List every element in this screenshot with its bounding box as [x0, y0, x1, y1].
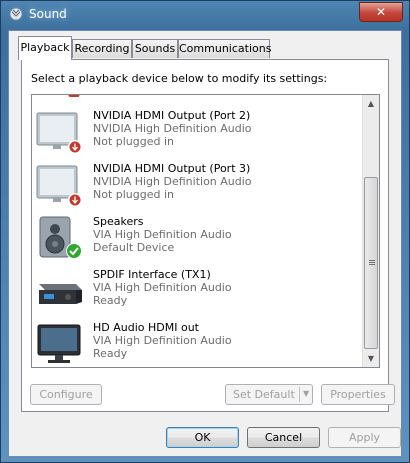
- configure-button[interactable]: Configure: [30, 384, 102, 405]
- device-driver: NVIDIA High Definition Audio: [93, 175, 252, 188]
- tab-playback[interactable]: Playback: [18, 36, 72, 60]
- monitor-icon: [68, 95, 80, 97]
- scroll-up-arrow-icon[interactable]: ▲: [363, 95, 379, 112]
- device-name: Speakers: [93, 215, 144, 228]
- device-driver: VIA High Definition Audio: [93, 281, 232, 294]
- scroll-down-arrow-icon[interactable]: ▼: [363, 350, 379, 367]
- tab-label: Communications: [179, 42, 272, 55]
- monitor-icon: [36, 112, 82, 154]
- set-default-split-button[interactable]: Set Default ▼: [225, 384, 313, 405]
- list-item[interactable]: HD Audio HDMI out VIA High Definition Au…: [32, 317, 362, 367]
- button-label: Cancel: [264, 431, 303, 444]
- device-status: Ready: [93, 347, 128, 360]
- button-label: Properties: [330, 388, 386, 401]
- playback-panel: Select a playback device below to modify…: [21, 59, 395, 412]
- list-item[interactable]: Speakers VIA High Definition Audio Defau…: [32, 211, 362, 264]
- tab-label: Playback: [20, 41, 70, 54]
- button-label: Configure: [39, 388, 93, 401]
- device-status: Default Device: [93, 241, 175, 254]
- close-button[interactable]: ✕: [359, 2, 403, 22]
- device-name: SPDIF Interface (TX1): [93, 268, 211, 281]
- list-item[interactable]: NVIDIA HDMI Output (Port 2) NVIDIA High …: [32, 105, 362, 158]
- device-status: Not plugged in: [93, 188, 175, 201]
- device-status: Ready: [93, 294, 128, 307]
- tab-recording[interactable]: Recording: [72, 39, 132, 58]
- close-icon: ✕: [375, 5, 387, 19]
- chevron-down-icon[interactable]: ▼: [303, 389, 309, 398]
- speaker-icon: [39, 216, 82, 259]
- device-name: NVIDIA HDMI Output (Port 2): [93, 109, 251, 122]
- device-driver: NVIDIA High Definition Audio: [93, 122, 252, 135]
- list-item[interactable]: NVIDIA HDMI Output (Port 3) NVIDIA High …: [32, 158, 362, 211]
- device-driver: VIA High Definition Audio: [93, 228, 232, 241]
- ok-button[interactable]: OK: [166, 427, 239, 448]
- monitor-icon: [36, 165, 82, 207]
- sound-dialog: Sound ✕ Playback Recording Sounds Commun…: [0, 0, 410, 463]
- device-status: Not plugged in: [93, 135, 175, 148]
- split-divider: [299, 387, 300, 402]
- cancel-button[interactable]: Cancel: [247, 427, 320, 448]
- button-label: OK: [194, 431, 211, 444]
- apply-button[interactable]: Apply: [328, 427, 401, 448]
- tab-communications[interactable]: Communications: [178, 39, 272, 58]
- list-scrollbar[interactable]: ▲ ▼: [362, 95, 379, 367]
- device-driver: VIA High Definition Audio: [93, 334, 232, 347]
- list-item[interactable]: [32, 95, 362, 100]
- tab-sounds[interactable]: Sounds: [132, 39, 178, 58]
- list-item[interactable]: SPDIF Interface (TX1) VIA High Definitio…: [32, 264, 362, 317]
- hdmi-monitor-icon: [37, 324, 81, 363]
- tab-label: Sounds: [134, 42, 176, 55]
- spdif-receiver-icon: [39, 284, 82, 304]
- title-bar[interactable]: Sound ✕: [1, 1, 409, 29]
- device-name: NVIDIA HDMI Output (Port 3): [93, 162, 251, 175]
- properties-button[interactable]: Properties: [321, 384, 395, 405]
- instruction-text: Select a playback device below to modify…: [31, 72, 328, 85]
- device-name: HD Audio HDMI out: [93, 321, 199, 334]
- window-title: Sound: [29, 7, 67, 21]
- button-label: Apply: [348, 431, 381, 444]
- device-list[interactable]: NVIDIA HDMI Output (Port 2) NVIDIA High …: [31, 94, 380, 368]
- scroll-thumb[interactable]: [364, 177, 378, 349]
- sound-app-icon: [9, 7, 23, 21]
- tab-label: Recording: [74, 42, 130, 55]
- dialog-client: Playback Recording Sounds Communications…: [8, 30, 402, 457]
- button-label: Set Default: [233, 388, 295, 401]
